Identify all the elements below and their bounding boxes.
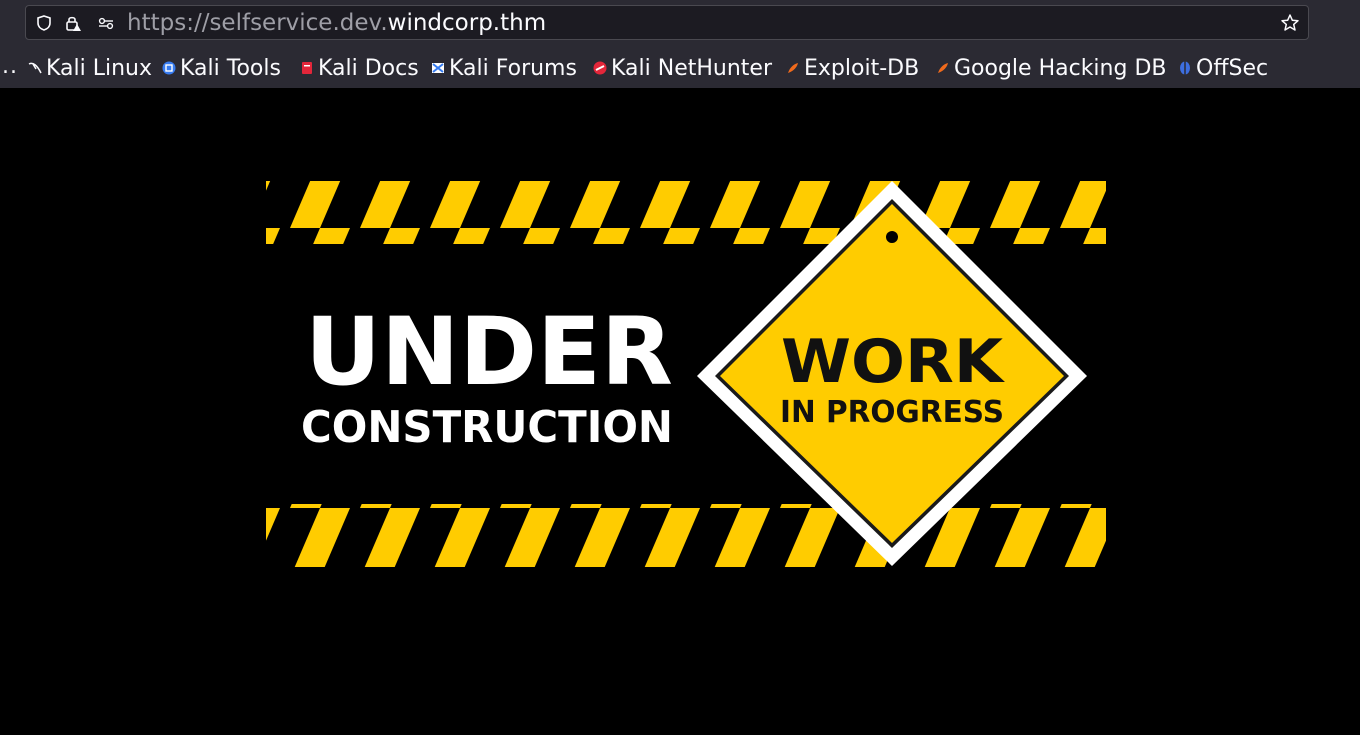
- bookmark-label: Kali Tools: [180, 55, 281, 81]
- under-construction-banner: UNDER CONSTRUCTION WORK IN PROGRESS: [266, 181, 1106, 567]
- bookmark-exploit-db[interactable]: Exploit-DB: [786, 52, 919, 84]
- bookmark-kali-forums[interactable]: Kali Forums: [431, 52, 577, 84]
- bookmark-google-hacking-db[interactable]: Google Hacking DB: [936, 52, 1166, 84]
- hazard-stripes-top: [266, 181, 1106, 244]
- url-text[interactable]: https://selfservice.dev.windcorp.thm: [127, 9, 546, 37]
- bookmark-label: Kali Linux: [46, 55, 153, 81]
- exploit-db-icon: [788, 63, 798, 73]
- lock-warning-icon[interactable]: [64, 14, 82, 32]
- bookmarks-toolbar: .. Kali Linux Kali Tools Kali Docs Kali …: [0, 52, 1360, 84]
- headline-construction: CONSTRUCTION: [301, 402, 673, 453]
- bookmark-star-icon[interactable]: [1280, 13, 1300, 33]
- bookmark-kali-nethunter[interactable]: Kali NetHunter: [593, 52, 772, 84]
- bookmark-label: OffSec: [1196, 55, 1269, 81]
- bookmark-offsec[interactable]: OffSec: [1178, 52, 1268, 84]
- kali-forums-icon: [432, 63, 444, 73]
- permissions-icon[interactable]: [97, 14, 115, 32]
- bookmark-label: Kali NetHunter: [611, 55, 772, 81]
- shield-icon[interactable]: [35, 14, 53, 32]
- hazard-stripes-bottom: [266, 504, 1106, 567]
- sign-work-text: WORK: [781, 327, 1006, 397]
- bookmark-label: Exploit-DB: [804, 55, 920, 81]
- bookmark-kali-tools[interactable]: Kali Tools: [162, 52, 281, 84]
- browser-toolbar: https://selfservice.dev.windcorp.thm .. …: [0, 0, 1360, 88]
- sign-hole-icon: [886, 231, 898, 243]
- bookmark-label: Kali Forums: [449, 55, 577, 81]
- bookmark-kali-linux[interactable]: Kali Linux: [28, 52, 152, 84]
- url-prefix: https://selfservice.dev.: [127, 10, 388, 36]
- ghdb-icon: [938, 63, 948, 73]
- kali-tools-icon: [162, 61, 176, 75]
- page-content: UNDER CONSTRUCTION WORK IN PROGRESS: [0, 88, 1360, 735]
- offsec-icon: [1180, 61, 1190, 75]
- kali-dragon-icon: [28, 62, 42, 74]
- url-host: windcorp.thm: [387, 10, 547, 36]
- bookmark-label: Google Hacking DB: [954, 55, 1167, 81]
- bookmark-label: Kali Docs: [318, 55, 419, 81]
- bookmark-kali-docs[interactable]: Kali Docs: [300, 52, 419, 84]
- kali-docs-icon: [302, 62, 312, 74]
- address-bar[interactable]: https://selfservice.dev.windcorp.thm: [25, 5, 1309, 40]
- sign-in-progress-text: IN PROGRESS: [780, 395, 1004, 430]
- kali-nethunter-icon: [593, 61, 607, 75]
- bookmarks-overflow[interactable]: ..: [2, 52, 18, 82]
- headline-under: UNDER: [305, 298, 673, 407]
